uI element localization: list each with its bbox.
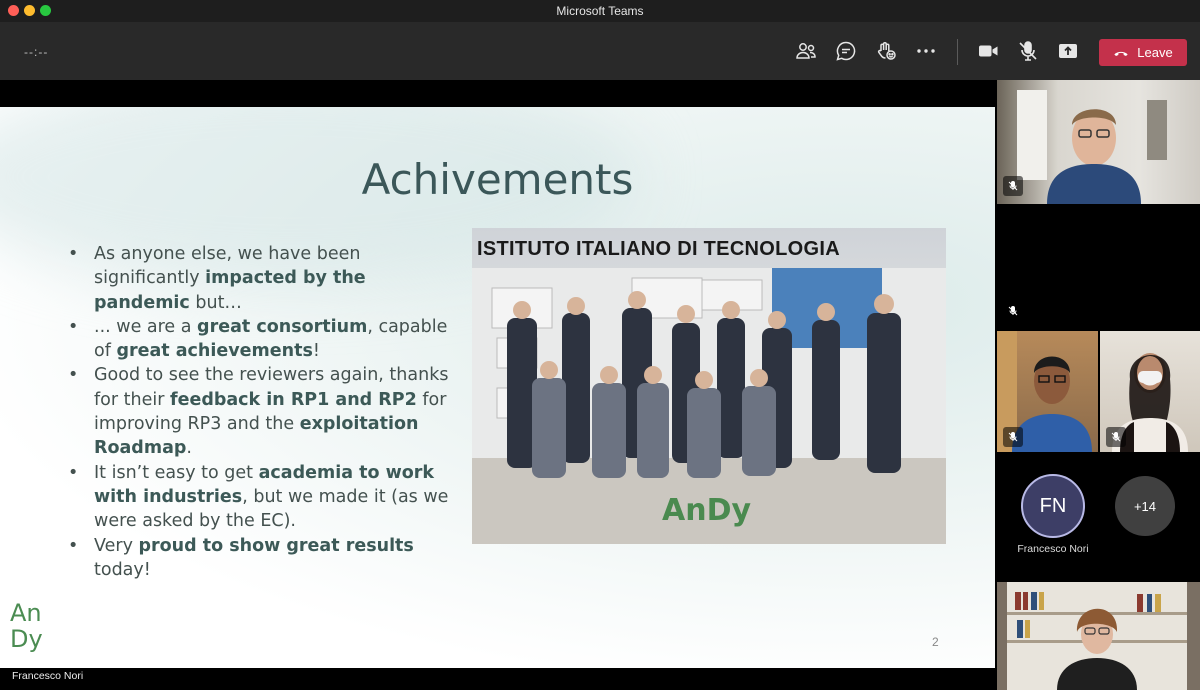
participant-video — [1007, 582, 1187, 690]
bullet-item: Very proud to show great results today! — [68, 534, 458, 583]
share-screen-icon[interactable] — [1056, 39, 1080, 63]
group-photo-illustration: AnDy — [472, 268, 946, 544]
meeting-toolbar: --:-- Leave — [0, 22, 1200, 80]
photo-logo: AnDy — [662, 493, 751, 528]
participant-video-tile[interactable] — [1100, 331, 1200, 452]
window-title: Microsoft Teams — [556, 4, 644, 18]
more-options-icon[interactable] — [914, 39, 938, 63]
shared-content-stage: Achivements As anyone else, we have been… — [0, 80, 995, 690]
participant-video-tile[interactable] — [997, 205, 1200, 329]
andy-logo: An Dy — [10, 599, 43, 653]
people-icon[interactable] — [794, 39, 818, 63]
participant-video-tile[interactable] — [997, 80, 1200, 204]
svg-text:Dy: Dy — [10, 625, 43, 653]
camera-icon[interactable] — [976, 39, 1000, 63]
mic-off-icon[interactable] — [1016, 39, 1040, 63]
muted-mic-icon — [1003, 176, 1023, 196]
slide-page-number: 2 — [932, 635, 939, 649]
more-participants-button[interactable]: +14 — [1115, 476, 1175, 536]
bullet-item: It isn’t easy to get academia to work wi… — [68, 461, 458, 534]
muted-mic-icon — [1003, 427, 1023, 447]
slide-bullet-list: As anyone else, we have been significant… — [68, 242, 458, 582]
bullet-item: As anyone else, we have been significant… — [68, 242, 458, 315]
photo-heading: ISTITUTO ITALIANO DI TECNOLOGIA — [477, 238, 840, 260]
phone-hangup-icon — [1114, 51, 1128, 56]
leave-button[interactable]: Leave — [1099, 39, 1187, 66]
participant-video — [1017, 90, 1167, 204]
participant-video-tile[interactable] — [997, 331, 1098, 452]
reactions-icon[interactable] — [874, 39, 898, 63]
toolbar-divider — [957, 39, 958, 65]
leave-label: Leave — [1137, 45, 1173, 60]
participant-avatar[interactable]: FN — [1021, 474, 1085, 538]
slide-title: Achivements — [361, 155, 634, 204]
bullet-item: ... we are a great consortium, capable o… — [68, 315, 458, 364]
title-bar: Microsoft Teams — [0, 0, 1200, 22]
muted-mic-icon — [1003, 301, 1023, 321]
chat-icon[interactable] — [834, 39, 858, 63]
muted-mic-icon — [1106, 427, 1126, 447]
meeting-timer: --:-- — [24, 45, 49, 59]
presenter-name-tag: Francesco Nori — [8, 668, 88, 684]
presentation-slide: Achivements As anyone else, we have been… — [0, 107, 995, 668]
svg-text:An: An — [10, 599, 42, 627]
group-photo: AnDy ISTITUTO ITALIANO DI TECNOLOGIA — [472, 228, 946, 544]
participant-video-tile[interactable] — [997, 582, 1200, 690]
bullet-item: Good to see the reviewers again, thanks … — [68, 363, 458, 460]
participant-name: Francesco Nori — [1017, 543, 1089, 555]
